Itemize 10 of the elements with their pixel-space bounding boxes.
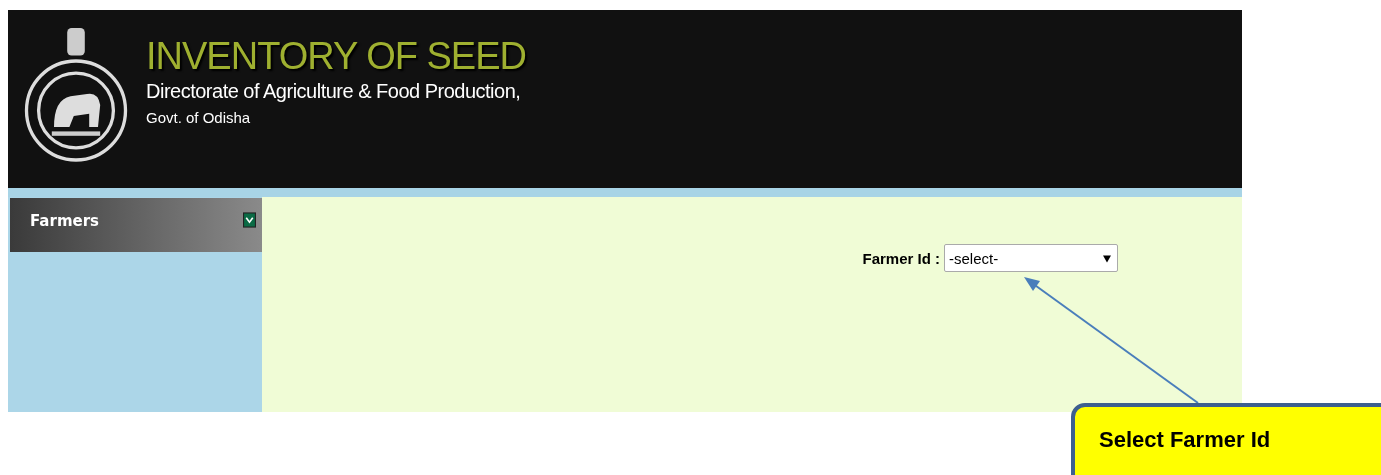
callout-text: Select Farmer Id bbox=[1099, 427, 1271, 452]
menu-header[interactable]: Farmers bbox=[10, 198, 262, 252]
app-title: INVENTORY OF SEED bbox=[146, 34, 526, 79]
farmer-id-dropdown[interactable]: -select- bbox=[944, 244, 1118, 272]
chevron-down-icon[interactable] bbox=[243, 212, 256, 228]
caret-icon bbox=[1103, 253, 1111, 263]
field-label: Farmer Id : bbox=[862, 249, 940, 267]
department-name: Directorate of Agriculture & Food Production, bbox=[146, 80, 522, 103]
government-name: Govt. of Odisha bbox=[146, 109, 252, 126]
menu-label: Farmers bbox=[30, 212, 100, 230]
